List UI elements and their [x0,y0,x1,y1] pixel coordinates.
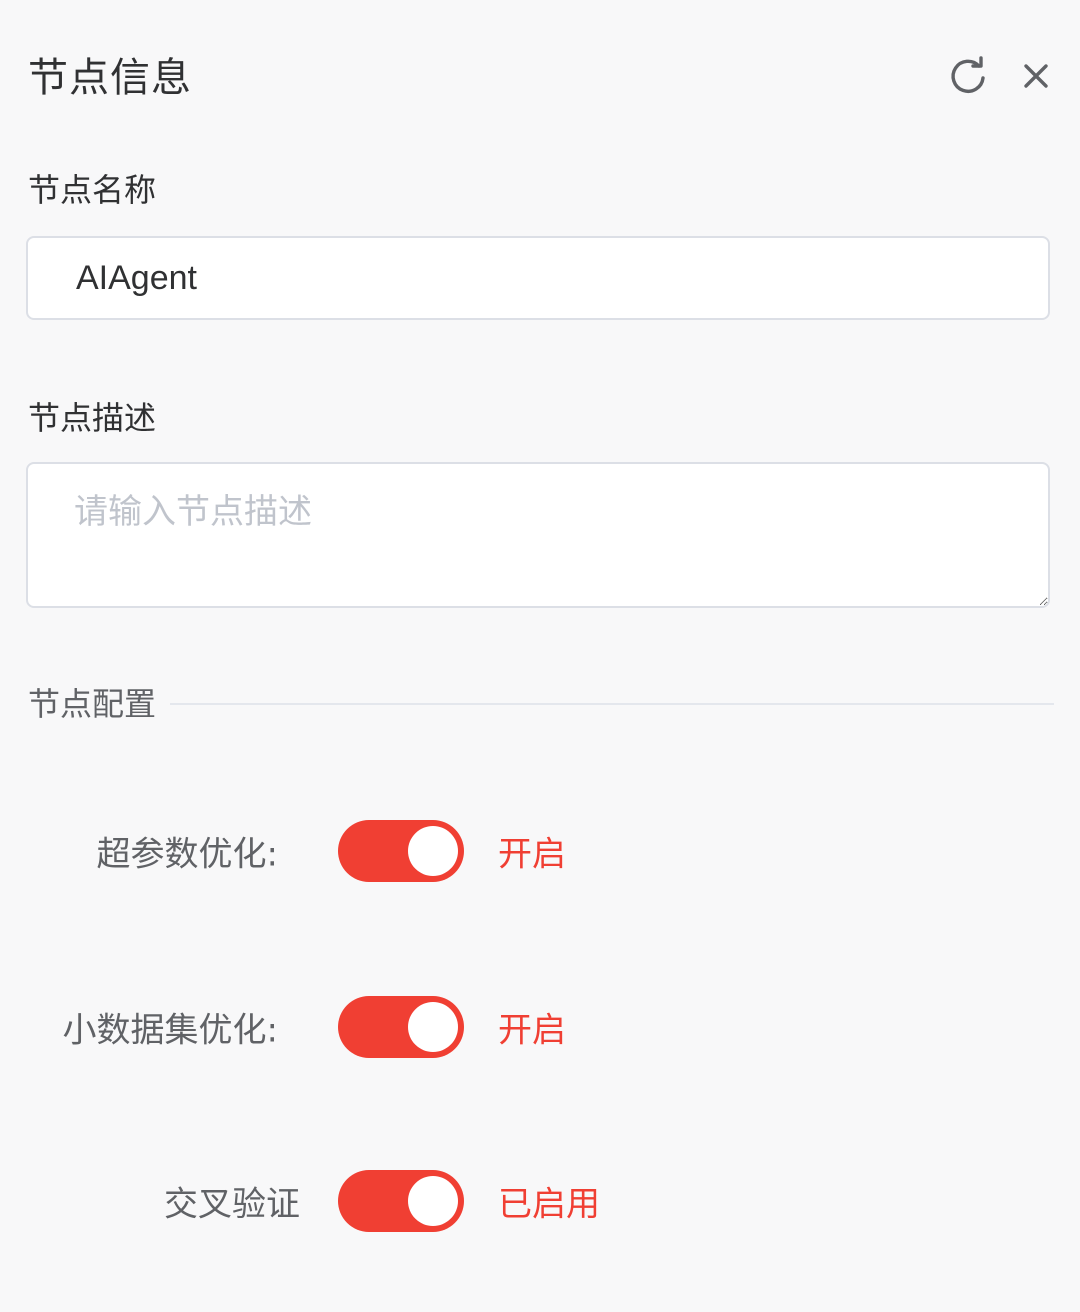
node-name-label: 节点名称 [28,171,157,209]
small-dataset-optimization-switch[interactable] [338,996,464,1058]
cross-validation-switch[interactable] [338,1170,464,1232]
node-info-panel: 节点信息 节点名称 节点描述 节点配置 超参数优化: 开启 小数据集优化: 开启… [0,0,1080,1312]
switch-knob [408,826,458,876]
node-description-textarea[interactable] [26,462,1050,608]
node-description-label: 节点描述 [28,399,157,437]
hyperparameter-optimization-row: 超参数优化: 开启 [0,816,1080,886]
cross-validation-label: 交叉验证 [164,1184,300,1225]
cross-validation-row: 交叉验证 已启用 [0,1166,1080,1236]
divider-line [170,703,1054,705]
small-dataset-optimization-row: 小数据集优化: 开启 [0,992,1080,1062]
small-dataset-optimization-status: 开启 [498,1010,566,1051]
switch-knob [408,1002,458,1052]
config-section-title: 节点配置 [28,685,157,723]
cross-validation-status: 已启用 [498,1184,600,1225]
hyperparameter-optimization-label: 超参数优化: [96,834,278,875]
config-section-divider: 节点配置 [28,684,1054,724]
node-name-input[interactable] [26,236,1050,320]
hyperparameter-optimization-switch[interactable] [338,820,464,882]
refresh-button[interactable] [944,52,992,100]
switch-knob [408,1176,458,1226]
panel-title: 节点信息 [28,55,192,101]
hyperparameter-optimization-status: 开启 [498,834,566,875]
close-button[interactable] [1012,52,1060,100]
close-icon [1024,64,1048,88]
refresh-icon [951,56,985,93]
small-dataset-optimization-label: 小数据集优化: [62,1010,278,1051]
